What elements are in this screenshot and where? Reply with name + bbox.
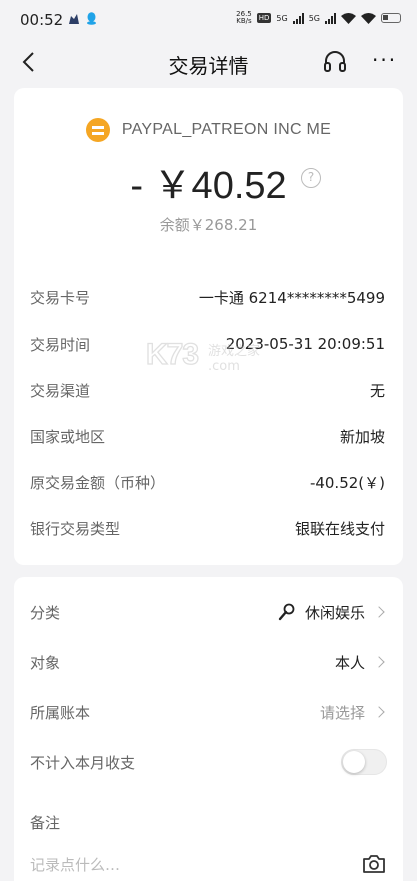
note-input-row: 记录点什么… bbox=[30, 851, 387, 877]
signal-5g-label: 5G bbox=[276, 13, 288, 23]
exclude-label: 不计入本月收支 bbox=[30, 753, 136, 772]
balance: 余额￥268.21 bbox=[14, 214, 403, 235]
detail-row-country: 国家或地区 新加坡 bbox=[30, 424, 385, 448]
status-bar: 00:52 26.5 KB/s HD 5G 5G bbox=[0, 0, 417, 40]
chevron-right-icon bbox=[373, 706, 385, 718]
wifi-icon-2 bbox=[361, 12, 376, 24]
detail-value: 银联在线支付 bbox=[294, 519, 385, 538]
balance-label: 余额 bbox=[159, 216, 190, 234]
note-input[interactable]: 记录点什么… bbox=[30, 854, 120, 875]
category-label: 分类 bbox=[30, 603, 61, 622]
merchant: PAYPAL_PATREON INC ME bbox=[14, 118, 403, 142]
balance-value: ￥268.21 bbox=[189, 216, 258, 234]
category-row[interactable]: 分类 休闲娱乐 bbox=[30, 599, 387, 625]
detail-value: 无 bbox=[369, 381, 385, 400]
help-icon[interactable]: ? bbox=[301, 168, 321, 188]
watermark-text: K73 bbox=[145, 337, 199, 371]
detail-row-original-amount: 原交易金额（币种） -40.52(￥) bbox=[30, 470, 385, 494]
wifi-icon bbox=[341, 12, 356, 24]
signal-strength-icon bbox=[292, 12, 304, 24]
settings-card: 分类 休闲娱乐 对象 本人 所属账本 请选择 不计入本月收支 备注 记录点什么… bbox=[14, 577, 403, 881]
camera-icon[interactable] bbox=[361, 851, 387, 877]
hd-badge: HD bbox=[256, 13, 272, 23]
app-notification-icon bbox=[69, 13, 79, 24]
account-row[interactable]: 所属账本 请选择 bbox=[30, 699, 387, 725]
detail-label: 交易渠道 bbox=[30, 381, 91, 400]
nav-bar: 交易详情 ··· bbox=[0, 40, 417, 84]
watermark-logo: K73 游戏之家 .com bbox=[145, 337, 276, 378]
account-label: 所属账本 bbox=[30, 703, 91, 722]
detail-label: 银行交易类型 bbox=[30, 519, 121, 538]
detail-label: 原交易金额（币种） bbox=[30, 473, 166, 492]
detail-row-bank-type: 银行交易类型 银联在线支付 bbox=[30, 516, 385, 540]
chevron-right-icon bbox=[373, 656, 385, 668]
target-row[interactable]: 对象 本人 bbox=[30, 649, 387, 675]
qq-icon bbox=[87, 12, 96, 25]
chevron-right-icon bbox=[373, 606, 385, 618]
account-value: 请选择 bbox=[319, 703, 365, 722]
exclude-toggle[interactable] bbox=[341, 749, 387, 775]
detail-row-card-number: 交易卡号 一卡通 6214********5499 bbox=[30, 285, 385, 309]
page-title: 交易详情 bbox=[168, 54, 249, 78]
merchant-logo-icon bbox=[85, 118, 110, 142]
merchant-name: PAYPAL_PATREON INC ME bbox=[121, 121, 332, 138]
detail-value: 一卡通 6214********5499 bbox=[198, 288, 385, 307]
watermark-subtext: 游戏之家 bbox=[208, 344, 261, 359]
status-right-icons: 26.5 KB/s HD 5G 5G bbox=[236, 11, 401, 25]
signal-strength-icon-2 bbox=[325, 12, 336, 24]
more-options-button[interactable]: ··· bbox=[372, 48, 397, 72]
target-value: 本人 bbox=[334, 653, 365, 672]
transaction-card: PAYPAL_PATREON INC ME - ￥40.52 ? 余额￥268.… bbox=[14, 88, 403, 565]
battery-icon bbox=[381, 13, 401, 23]
detail-value: -40.52(￥) bbox=[309, 473, 385, 492]
detail-label: 交易时间 bbox=[30, 335, 91, 354]
category-value: 休闲娱乐 bbox=[304, 603, 365, 622]
network-speed: 26.5 KB/s bbox=[236, 10, 252, 25]
detail-row-channel: 交易渠道 无 bbox=[30, 378, 385, 402]
detail-label: 交易卡号 bbox=[30, 288, 91, 307]
target-label: 对象 bbox=[30, 653, 61, 672]
signal-5g-label-2: 5G bbox=[308, 13, 320, 23]
exclude-row: 不计入本月收支 bbox=[30, 749, 387, 775]
watermark-domain: .com bbox=[208, 359, 240, 374]
detail-value: 新加坡 bbox=[339, 427, 385, 446]
status-time: 00:52 bbox=[20, 11, 64, 29]
detail-label: 国家或地区 bbox=[30, 427, 106, 446]
transaction-amount: - ￥40.52 bbox=[130, 165, 287, 207]
status-notification-icons bbox=[68, 12, 97, 25]
headset-icon[interactable] bbox=[320, 47, 350, 77]
microphone-icon bbox=[278, 603, 295, 621]
note-label: 备注 bbox=[30, 813, 61, 832]
note-row: 备注 bbox=[30, 809, 387, 835]
